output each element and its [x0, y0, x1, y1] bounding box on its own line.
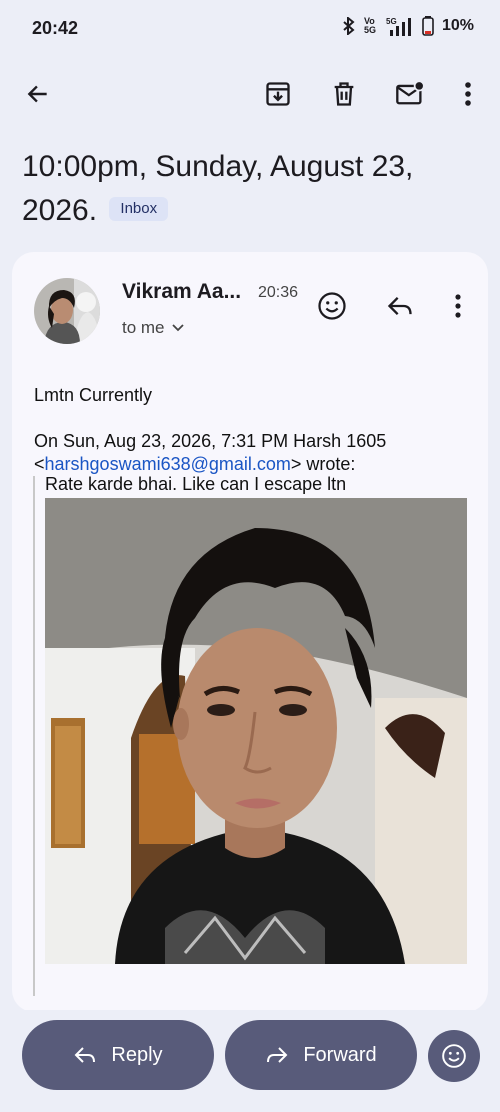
emoji-react-button[interactable] — [428, 1030, 480, 1082]
status-time: 20:42 — [32, 18, 79, 38]
reply-icon — [75, 1047, 96, 1063]
mark-unread-button[interactable] — [388, 72, 432, 116]
emoji-icon — [318, 292, 346, 320]
more-options-button[interactable] — [446, 72, 490, 116]
subject-text: 10:00pm, Sunday, August 23, 2026. — [22, 150, 414, 227]
reply-button[interactable]: Reply — [22, 1020, 214, 1090]
recipient-text: to me — [122, 318, 165, 337]
quoted-text: Rate karde bhai. Like can I escape ltn — [45, 474, 347, 494]
sender-name[interactable]: Vikram Aa... — [122, 280, 241, 304]
quote-header: On Sun, Aug 23, 2026, 7:31 PM Harsh 1605… — [34, 431, 387, 474]
message-time: 20:36 — [258, 284, 299, 301]
status-bar: 20:42 Vo 5G 5G 10% — [0, 0, 500, 56]
message-more-button[interactable] — [436, 284, 480, 328]
delete-button[interactable] — [322, 72, 366, 116]
reply-icon-button[interactable] — [378, 284, 422, 328]
volte-icon: Vo 5G — [363, 16, 376, 35]
bluetooth-icon — [343, 17, 355, 35]
delete-icon — [334, 82, 354, 106]
avatar[interactable] — [34, 278, 100, 344]
bottom-action-bar: Reply Forward — [0, 1010, 500, 1112]
react-button[interactable] — [310, 284, 354, 328]
message-body: Lmtn Currently On Sun, Aug 23, 2026, 7:3… — [34, 384, 474, 476]
forward-icon — [267, 1047, 288, 1063]
top-app-bar — [0, 56, 500, 136]
mark-unread-icon — [396, 80, 425, 105]
quote-header-prefix: On Sun, Aug 23, 2026, 7:31 PM Harsh 1605 — [34, 431, 387, 451]
reply-label: Reply — [111, 1043, 163, 1066]
more-vert-icon — [465, 82, 471, 106]
status-icons: Vo 5G 5G 10% — [342, 16, 474, 36]
message-card: Vikram Aa... 20:36 to me Lmtn Currently … — [12, 252, 488, 1012]
quote-header-suffix: wrote: — [306, 454, 356, 474]
quote-bar — [33, 476, 35, 996]
quote-email-link[interactable]: harshgoswami638@gmail.com — [45, 454, 291, 474]
inbox-label[interactable]: Inbox — [109, 197, 169, 222]
email-subject: 10:00pm, Sunday, August 23, 2026. Inbox — [22, 145, 482, 233]
archive-icon — [266, 82, 290, 106]
emoji-icon — [442, 1044, 466, 1068]
attached-photo[interactable] — [45, 498, 467, 964]
archive-button[interactable] — [256, 72, 300, 116]
svg-text:5G: 5G — [386, 17, 397, 26]
back-arrow-icon — [27, 85, 47, 103]
reply-icon — [387, 297, 412, 315]
battery-icon — [422, 16, 434, 36]
forward-button[interactable]: Forward — [225, 1020, 417, 1090]
chevron-down-icon — [171, 324, 184, 332]
message-text: Lmtn Currently — [34, 385, 153, 405]
more-vert-icon — [455, 294, 461, 318]
back-button[interactable] — [16, 72, 60, 116]
forward-label: Forward — [303, 1043, 377, 1066]
battery-percent: 10% — [441, 17, 474, 34]
signal-icon: 5G — [386, 17, 411, 36]
recipient-details[interactable]: to me — [122, 318, 185, 338]
